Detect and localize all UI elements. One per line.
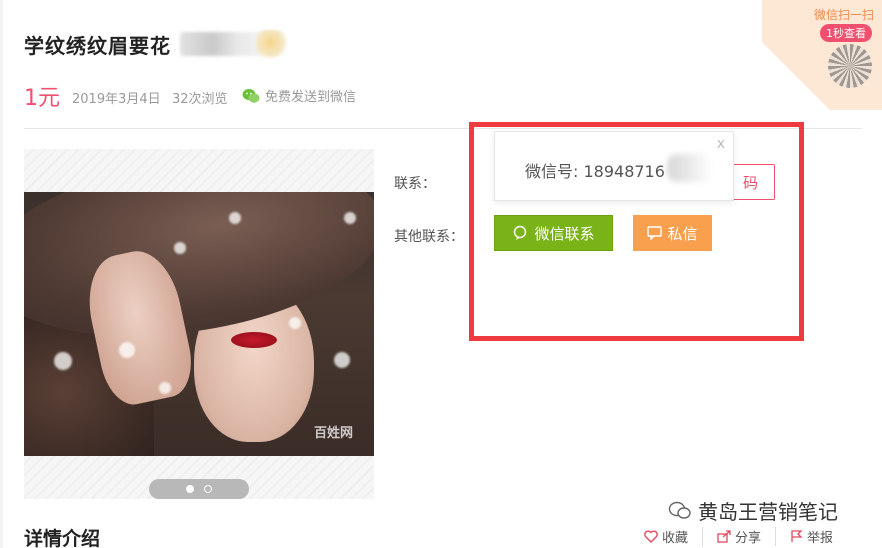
share-label: 分享: [735, 531, 762, 546]
snowflake: [119, 342, 135, 358]
emoji-icon: [256, 30, 288, 58]
snowflake: [344, 212, 356, 224]
pager-dot-2[interactable]: [204, 485, 212, 493]
favorite-label: 收藏: [662, 531, 689, 546]
share-button[interactable]: 分享: [702, 527, 775, 546]
report-label: 举报: [807, 531, 834, 546]
photo-lips: [231, 332, 277, 348]
snowflake: [54, 352, 72, 370]
listing-views: 32次浏览: [172, 92, 228, 107]
gallery-pager[interactable]: [149, 479, 249, 499]
red-highlight-box: [469, 122, 804, 341]
listing-date: 2019年3月4日: [72, 92, 161, 107]
send-to-wechat-label: 免费发送到微信: [265, 90, 357, 105]
photo-watermark: 百姓网: [314, 426, 354, 441]
wechat-icon: [242, 88, 260, 103]
favorite-button[interactable]: 收藏: [644, 527, 702, 546]
report-button[interactable]: 举报: [775, 527, 847, 546]
listing-price: 1元: [24, 86, 60, 111]
details-section-title: 详情介绍: [24, 528, 101, 548]
listing-actions: 收藏 分享 举报: [644, 527, 847, 546]
qr-promo-text[interactable]: 微信扫一扫: [814, 6, 874, 23]
heart-icon: [644, 530, 658, 543]
snowflake: [229, 212, 241, 224]
brand-watermark: 黄岛王营销笔记: [668, 496, 838, 525]
send-to-wechat-link[interactable]: 免费发送到微信: [242, 86, 356, 105]
share-icon: [717, 530, 731, 543]
page-edge: [0, 0, 3, 548]
flag-icon: [791, 530, 803, 542]
qr-promo-badge[interactable]: 1秒查看: [820, 24, 872, 42]
snowflake: [334, 352, 350, 368]
qr-code-icon[interactable]: [828, 44, 872, 88]
listing-photo[interactable]: 百姓网: [24, 192, 374, 456]
listing-title: 学纹绣纹眉要花: [24, 34, 171, 58]
snowflake: [159, 382, 171, 394]
snowflake: [174, 242, 186, 254]
snowflake: [289, 317, 301, 329]
wechat-official-icon: [668, 501, 691, 519]
title-redaction-blur: [180, 32, 262, 56]
contact-label: 联系：: [394, 176, 436, 192]
brand-watermark-text: 黄岛王营销笔记: [698, 500, 838, 524]
pager-dot-1[interactable]: [186, 485, 194, 493]
other-contact-label: 其他联系：: [394, 229, 464, 245]
